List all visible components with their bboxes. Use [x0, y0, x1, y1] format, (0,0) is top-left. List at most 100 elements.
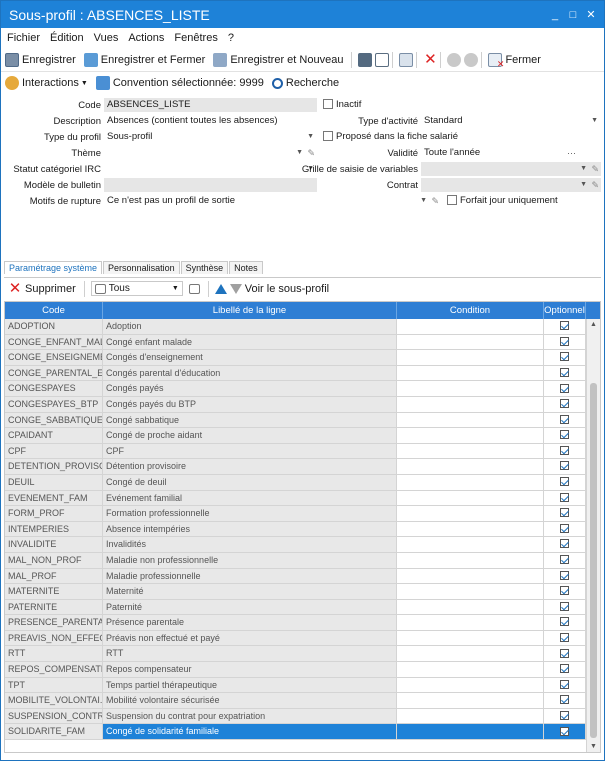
table-row[interactable]: MATERNITE Maternité [5, 584, 600, 600]
validite-field[interactable]: Toute l'année ··· [421, 146, 579, 160]
libelle-cell[interactable]: Congés payés [103, 381, 397, 396]
optionnel-cell[interactable] [544, 381, 586, 396]
menu-help[interactable]: ? [228, 32, 234, 44]
table-row[interactable]: SOLIDARITE_FAM Congé de solidarité famili… [5, 724, 600, 741]
optionnel-checkbox[interactable] [560, 367, 569, 377]
libelle-cell[interactable]: Suspension du contrat pour expatriation [103, 708, 397, 724]
optionnel-cell[interactable] [544, 459, 586, 474]
optionnel-cell[interactable] [544, 334, 586, 350]
table-row[interactable]: PRESENCE_PARENTALEPrésence parentale [5, 615, 600, 631]
optionnel-checkbox[interactable] [560, 555, 569, 565]
condition-cell[interactable] [397, 474, 544, 490]
libelle-cell[interactable]: Mobilité volontaire sécurisée [103, 693, 397, 708]
condition-cell[interactable] [397, 428, 544, 443]
search-button[interactable]: Recherche [271, 77, 339, 89]
theme-select[interactable]: ▼ ✎ [104, 146, 317, 160]
optionnel-checkbox[interactable] [560, 399, 569, 409]
optionnel-cell[interactable] [544, 615, 586, 630]
optionnel-checkbox[interactable] [560, 710, 569, 720]
optionnel-checkbox[interactable] [560, 430, 569, 440]
save-button[interactable]: Enregistrer [5, 52, 76, 67]
code-cell[interactable]: ADOPTION [5, 319, 103, 334]
table-row[interactable]: FORM_PROF Formation professionnelle [5, 506, 600, 522]
type-activite-select[interactable]: Standard ▼ [421, 114, 601, 128]
code-cell[interactable]: MAL_NON_PROF [5, 552, 103, 568]
table-row[interactable]: INVALIDITE Invalidités [5, 537, 600, 553]
code-cell[interactable]: DETENTION_PROVISO... [5, 459, 103, 474]
move-down-icon[interactable] [229, 283, 242, 294]
optionnel-checkbox[interactable] [560, 508, 569, 518]
condition-cell[interactable] [397, 506, 544, 521]
optionnel-checkbox[interactable] [560, 633, 569, 642]
code-cell[interactable]: CPF [5, 443, 103, 459]
code-cell[interactable]: DEUIL [5, 474, 103, 490]
menu-fichier[interactable]: Fichier [7, 32, 40, 44]
condition-cell[interactable] [397, 365, 544, 381]
view-subprofile-button[interactable]: Voir le sous-profil [245, 283, 329, 295]
libelle-cell[interactable]: Congé de proche aidant [103, 428, 397, 443]
optionnel-cell[interactable] [544, 599, 586, 615]
propose-checkbox[interactable] [323, 131, 333, 141]
libelle-cell[interactable]: Congés d'enseignement [103, 350, 397, 365]
condition-cell[interactable] [397, 615, 544, 630]
delete-icon[interactable]: ✕ [423, 52, 437, 67]
optionnel-checkbox[interactable] [560, 726, 569, 736]
next-icon[interactable] [464, 52, 479, 67]
optionnel-cell[interactable] [544, 412, 586, 428]
scroll-down-icon[interactable]: ▼ [590, 743, 597, 750]
menu-vues[interactable]: Vues [94, 32, 119, 44]
optionnel-checkbox[interactable] [560, 461, 569, 471]
code-cell[interactable]: FORM_PROF [5, 506, 103, 521]
contrat-select[interactable]: ▼ ✎ [421, 178, 601, 192]
condition-cell[interactable] [397, 490, 544, 506]
optionnel-checkbox[interactable] [560, 352, 569, 362]
optionnel-cell[interactable] [544, 677, 586, 693]
libelle-cell[interactable]: Invalidités [103, 537, 397, 552]
optionnel-checkbox[interactable] [560, 601, 569, 611]
condition-cell[interactable] [397, 677, 544, 693]
previous-icon[interactable] [447, 52, 462, 67]
libelle-cell[interactable]: Congé de deuil [103, 474, 397, 490]
table-row[interactable]: CONGE_ENFANT_MAL... Congé enfant malade [5, 334, 600, 351]
condition-cell[interactable] [397, 693, 544, 708]
condition-cell[interactable] [397, 412, 544, 428]
code-cell[interactable]: CONGE_PARENTAL_E... [5, 365, 103, 381]
code-cell[interactable]: CONGE_SABBATIQUE [5, 412, 103, 428]
table-row[interactable]: ADOPTION Adoption [5, 319, 600, 335]
optionnel-checkbox[interactable] [560, 523, 569, 533]
code-cell[interactable]: PRESENCE_PARENTALE [5, 615, 103, 630]
libelle-cell[interactable]: Préavis non effectué et payé [103, 630, 397, 646]
code-cell[interactable]: CONGE_ENSEIGNEMENT [5, 350, 103, 365]
libelle-cell[interactable]: Adoption [103, 319, 397, 334]
libelle-cell[interactable]: Temps partiel thérapeutique [103, 677, 397, 693]
libelle-cell[interactable]: Maternité [103, 584, 397, 599]
add-table-icon[interactable] [188, 283, 200, 294]
header-optionnel[interactable]: Optionnel [544, 302, 586, 319]
close-button[interactable]: Fermer [488, 52, 541, 70]
tab-personnalisation[interactable]: Personnalisation [103, 261, 180, 274]
table-row[interactable]: PREAVIS_NON_EFFEC... Préavis non effectué… [5, 630, 600, 647]
optionnel-cell[interactable] [544, 396, 586, 412]
modele-field[interactable] [104, 178, 317, 192]
table-row[interactable]: CONGESPAYES_BTP Congés payés du BTP [5, 396, 600, 413]
libelle-cell[interactable]: Repos compensateur [103, 662, 397, 677]
optionnel-checkbox[interactable] [560, 321, 569, 331]
optionnel-cell[interactable] [544, 584, 586, 599]
table-row[interactable]: DEUIL Congé de deuil [5, 474, 600, 491]
table-row[interactable]: CONGESPAYES Congés payés [5, 381, 600, 397]
optionnel-cell[interactable] [544, 319, 586, 334]
optionnel-cell[interactable] [544, 662, 586, 677]
inactif-checkbox[interactable] [323, 99, 333, 109]
libelle-cell[interactable]: Maladie professionnelle [103, 568, 397, 584]
table-row[interactable]: TPT Temps partiel thérapeutique [5, 677, 600, 694]
libelle-cell[interactable]: Congés parental d'éducation [103, 365, 397, 381]
header-code[interactable]: Code [5, 302, 103, 319]
code-cell[interactable]: EVENEMENT_FAM [5, 490, 103, 506]
table-row[interactable]: CONGE_SABBATIQUE Congé sabbatique [5, 412, 600, 429]
grille-select[interactable]: ▼ ✎ [421, 162, 601, 176]
optionnel-cell[interactable] [544, 693, 586, 708]
optionnel-cell[interactable] [544, 490, 586, 506]
optionnel-checkbox[interactable] [560, 383, 569, 393]
menu-fenetres[interactable]: Fenêtres [174, 32, 217, 44]
maximize-button[interactable]: □ [568, 9, 578, 21]
